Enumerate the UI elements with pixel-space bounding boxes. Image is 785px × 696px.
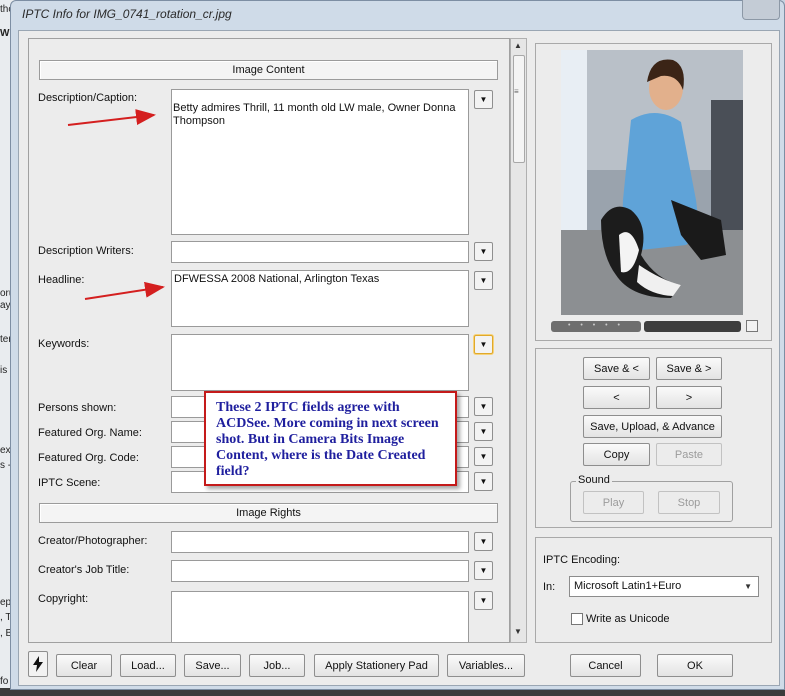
job-button[interactable]: Job... [249, 654, 305, 677]
annotation-note: These 2 IPTC fields agree with ACDSee. M… [204, 391, 457, 486]
keywords-dropdown-button[interactable]: ▼ [474, 335, 493, 354]
headline-arrow-icon [84, 281, 165, 300]
save-upload-advance-button[interactable]: Save, Upload, & Advance [583, 415, 722, 438]
copyright-label: Copyright: [38, 593, 89, 605]
creator-job-title-field[interactable] [171, 560, 469, 582]
previous-button[interactable]: < [583, 386, 650, 409]
description-writers-dropdown-button[interactable]: ▼ [474, 242, 493, 261]
next-button[interactable]: > [656, 386, 722, 409]
save-next-button[interactable]: Save & > [656, 357, 722, 380]
bg-fragment: W [0, 28, 10, 39]
write-as-unicode-checkbox[interactable] [571, 613, 583, 625]
save-previous-button[interactable]: Save & < [583, 357, 650, 380]
copyright-field[interactable] [171, 591, 469, 642]
encoding-selected-value: Microsoft Latin1+Euro [574, 580, 682, 592]
description-writers-field[interactable] [171, 241, 469, 263]
load-button[interactable]: Load... [120, 654, 176, 677]
window-title: IPTC Info for IMG_0741_rotation_cr.jpg [22, 7, 232, 21]
featured-org-code-label: Featured Org. Code: [38, 452, 139, 464]
image-preview [561, 50, 743, 315]
cancel-button[interactable]: Cancel [570, 654, 641, 677]
image-content-header: Image Content [39, 60, 498, 80]
creator-job-title-label: Creator's Job Title: [38, 564, 130, 576]
description-field[interactable]: Betty admires Thrill, 11 month old LW ma… [171, 89, 469, 235]
featured-org-code-dropdown-button[interactable]: ▼ [474, 447, 493, 466]
caption-arrow-icon [67, 109, 156, 126]
bg-fragment: fo [0, 676, 9, 687]
encoding-title: IPTC Encoding: [543, 554, 621, 566]
form-scrollbar[interactable]: ▲ ≡ ▼ [510, 38, 527, 643]
close-button[interactable] [742, 0, 780, 20]
persons-shown-dropdown-button[interactable]: ▼ [474, 397, 493, 416]
scroll-up-arrow-icon[interactable]: ▲ [514, 41, 522, 50]
scrollbar-thumb[interactable] [513, 55, 525, 163]
stop-button[interactable]: Stop [658, 491, 720, 514]
ok-button[interactable]: OK [657, 654, 733, 677]
featured-org-name-label: Featured Org. Name: [38, 427, 142, 439]
bg-fragment: is [0, 365, 8, 376]
image-rights-header: Image Rights [39, 503, 498, 523]
persons-shown-label: Persons shown: [38, 402, 117, 414]
variables-button[interactable]: Variables... [447, 654, 525, 677]
headline-dropdown-button[interactable]: ▼ [474, 271, 493, 290]
copyright-dropdown-button[interactable]: ▼ [474, 591, 493, 610]
annotation-arrows [67, 109, 165, 300]
play-button[interactable]: Play [583, 491, 644, 514]
sound-group-label: Sound [576, 474, 612, 486]
clear-button[interactable]: Clear [56, 654, 112, 677]
description-dropdown-button[interactable]: ▼ [474, 90, 493, 109]
keywords-field[interactable] [171, 334, 469, 391]
featured-org-name-dropdown-button[interactable]: ▼ [474, 422, 493, 441]
creator-field[interactable] [171, 531, 469, 553]
save-button[interactable]: Save... [184, 654, 241, 677]
lightning-icon [33, 656, 43, 672]
paste-button[interactable]: Paste [656, 443, 722, 466]
write-as-unicode-label: Write as Unicode [586, 613, 670, 625]
headline-field[interactable]: DFWESSA 2008 National, Arlington Texas [171, 270, 469, 327]
preview-slider-right[interactable] [644, 321, 741, 332]
creator-label: Creator/Photographer: [38, 535, 148, 547]
encoding-in-label: In: [543, 581, 556, 593]
dog-show-photo [561, 50, 743, 315]
copy-button[interactable]: Copy [583, 443, 650, 466]
preview-slider-left[interactable]: • • • • • [551, 321, 641, 332]
creator-job-title-dropdown-button[interactable]: ▼ [474, 561, 493, 580]
iptc-scene-dropdown-button[interactable]: ▼ [474, 472, 493, 491]
scroll-down-arrow-icon[interactable]: ▼ [514, 627, 522, 636]
scrollbar-grip-icon: ≡ [514, 87, 519, 96]
creator-dropdown-button[interactable]: ▼ [474, 532, 493, 551]
chevron-down-icon: ▼ [744, 582, 752, 591]
encoding-select[interactable]: Microsoft Latin1+Euro ▼ [569, 576, 759, 597]
lightning-button[interactable] [28, 651, 48, 677]
iptc-scene-label: IPTC Scene: [38, 477, 101, 489]
apply-stationery-pad-button[interactable]: Apply Stationery Pad [314, 654, 439, 677]
preview-size-toggle[interactable] [746, 320, 758, 332]
keywords-label: Keywords: [38, 338, 90, 350]
